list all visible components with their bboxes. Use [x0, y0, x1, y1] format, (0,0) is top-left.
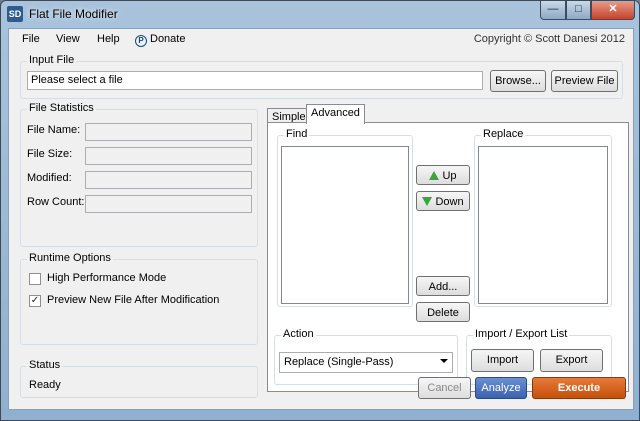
row-count-field: [85, 195, 252, 213]
row-count-label: Row Count:: [27, 196, 85, 208]
down-button-label: Down: [435, 196, 464, 208]
modified-field: [85, 171, 252, 189]
file-statistics-group-label: File Statistics: [27, 102, 96, 114]
runtime-options-group-label: Runtime Options: [27, 252, 113, 264]
up-button-label: Up: [442, 170, 457, 182]
minimize-button[interactable]: —: [540, 1, 566, 20]
advanced-tab-panel: Find Up Down Add... Delete Replace Actio…: [267, 122, 629, 392]
high-performance-checkbox[interactable]: [29, 273, 41, 285]
menu-help[interactable]: Help: [97, 33, 120, 45]
file-size-label: File Size:: [27, 148, 73, 160]
preview-file-button[interactable]: Preview File: [551, 70, 618, 92]
export-button[interactable]: Export: [540, 349, 603, 372]
delete-button[interactable]: Delete: [416, 302, 470, 322]
action-group-label: Action: [281, 328, 316, 340]
file-statistics-group: File Statistics File Name: File Size: Mo…: [20, 102, 258, 247]
add-button[interactable]: Add...: [416, 276, 470, 296]
file-name-label: File Name:: [27, 124, 81, 136]
title-bar[interactable]: SD Flat File Modifier — □ ✕: [1, 1, 639, 27]
arrow-down-icon: [422, 197, 433, 206]
browse-button[interactable]: Browse...: [490, 70, 546, 92]
status-group-label: Status: [27, 359, 63, 371]
maximize-button[interactable]: □: [566, 1, 591, 20]
menu-view[interactable]: View: [56, 33, 80, 45]
cancel-button[interactable]: Cancel: [418, 377, 471, 399]
input-file-group: Input File Please select a file Browse..…: [20, 54, 623, 99]
find-listbox[interactable]: [281, 146, 409, 304]
import-button[interactable]: Import: [471, 349, 534, 372]
action-select[interactable]: Replace (Single-Pass): [279, 352, 453, 373]
paypal-icon: P: [135, 35, 147, 47]
modified-label: Modified:: [27, 172, 72, 184]
action-select-value: Replace (Single-Pass): [284, 356, 394, 368]
file-size-field: [85, 147, 252, 165]
replace-listbox[interactable]: [478, 146, 608, 304]
input-file-group-label: Input File: [27, 54, 77, 66]
up-button[interactable]: Up: [416, 165, 470, 185]
runtime-options-group: Runtime Options High Performance Mode ✓ …: [20, 252, 258, 345]
app-icon: SD: [7, 6, 23, 22]
status-group: Status Ready: [20, 359, 258, 398]
copyright-text: Copyright © Scott Danesi 2012: [473, 33, 625, 45]
input-file-field[interactable]: Please select a file: [27, 71, 483, 90]
menu-bar: File View Help P Donate Copyright © Scott…: [9, 29, 633, 51]
chevron-down-icon: [440, 359, 448, 363]
replace-group-label: Replace: [481, 128, 526, 140]
app-window: SD Flat File Modifier — □ ✕ File View He…: [0, 0, 640, 421]
status-value: Ready: [29, 379, 61, 391]
tab-advanced[interactable]: Advanced: [306, 104, 365, 124]
analyze-button[interactable]: Analyze: [475, 377, 527, 399]
find-group-label: Find: [284, 128, 310, 140]
tab-simple[interactable]: Simple: [267, 108, 311, 123]
file-name-field: [85, 123, 252, 141]
client-area: File View Help P Donate Copyright © Scott…: [8, 28, 634, 410]
donate-label: Donate: [150, 33, 186, 45]
import-export-group-label: Import / Export List: [473, 328, 570, 340]
window-title: Flat File Modifier: [29, 7, 118, 21]
menu-donate[interactable]: P Donate: [135, 33, 186, 47]
preview-new-file-checkbox[interactable]: ✓: [29, 295, 41, 307]
high-performance-label: High Performance Mode: [47, 272, 167, 284]
arrow-up-icon: [429, 171, 440, 180]
preview-new-file-label: Preview New File After Modification: [47, 294, 220, 306]
menu-file[interactable]: File: [22, 33, 40, 45]
find-group: Find: [277, 128, 413, 307]
replace-group: Replace: [474, 128, 612, 307]
down-button[interactable]: Down: [416, 191, 470, 211]
execute-button[interactable]: Execute: [532, 377, 626, 399]
close-button[interactable]: ✕: [591, 1, 635, 20]
